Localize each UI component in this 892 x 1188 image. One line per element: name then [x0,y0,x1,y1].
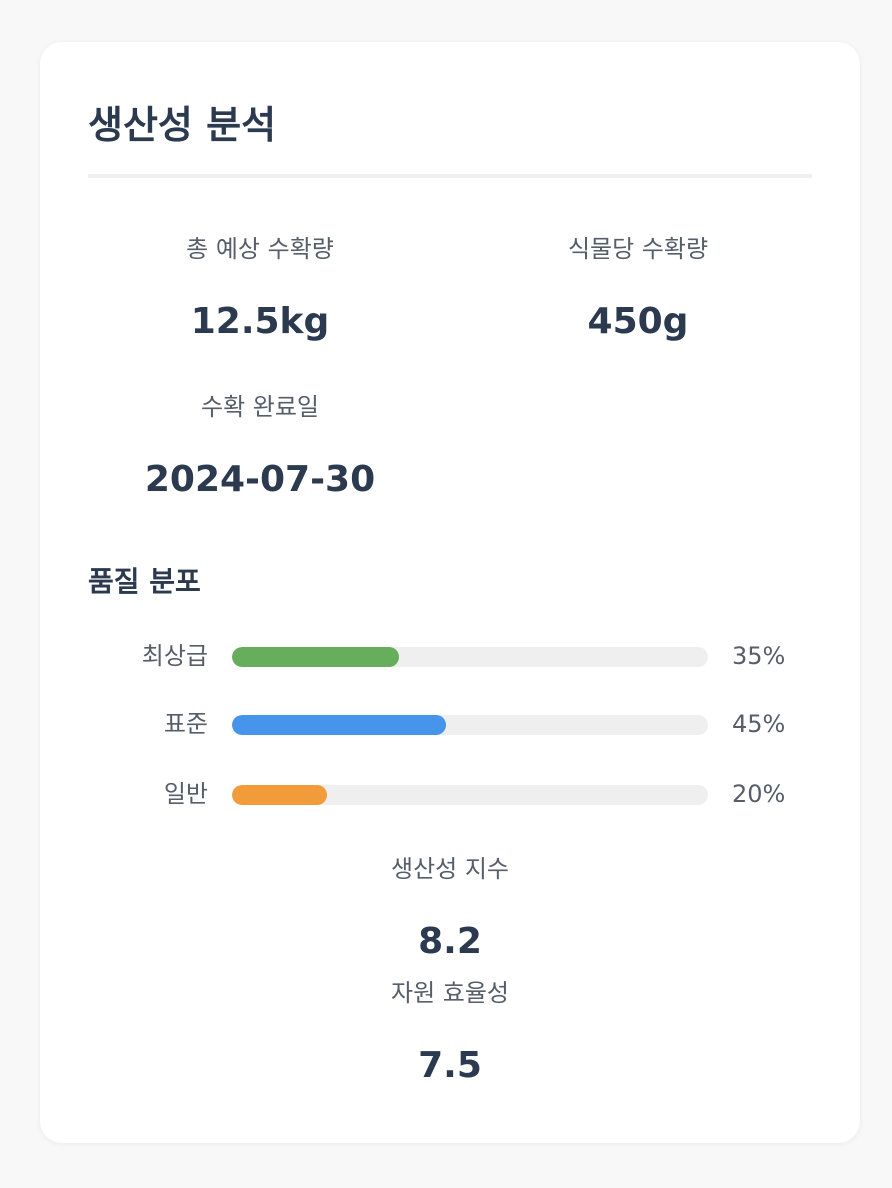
quality-label: 일반 [163,780,208,808]
per-plant-yield-label: 식물당 수확량 [567,235,709,263]
harvest-date-label: 수확 완료일 [200,393,320,421]
quality-bar-fill [232,785,328,805]
productivity-index: 생산성 지수 8.2 [250,854,650,962]
quality-percent: 20% [732,780,786,808]
total-yield-metric: 총 예상 수확량 12.5kg [80,234,440,342]
total-yield-label: 총 예상 수확량 [186,235,334,263]
title-divider [88,174,812,178]
quality-percent: 45% [732,710,786,738]
per-plant-yield-metric: 식물당 수확량 450g [458,234,818,342]
quality-distribution-title: 품질 분포 [88,565,201,598]
harvest-date-value: 2024-07-30 [144,459,376,500]
quality-label: 표준 [163,710,208,738]
total-yield-value: 12.5kg [190,301,330,342]
quality-row-general: 일반 20% [40,774,860,814]
resource-efficiency-value: 7.5 [418,1045,482,1086]
productivity-index-value: 8.2 [418,921,482,962]
per-plant-yield-value: 450g [587,301,689,342]
quality-percent: 35% [732,642,786,670]
resource-efficiency-label: 자원 효율성 [390,979,510,1007]
quality-row-premium: 최상급 35% [40,636,860,676]
productivity-index-label: 생산성 지수 [390,855,510,883]
resource-efficiency-index: 자원 효율성 7.5 [250,978,650,1086]
card-title: 생산성 분석 [88,103,277,147]
quality-bar-fill [232,647,399,667]
quality-label: 최상급 [141,642,208,670]
quality-row-standard: 표준 45% [40,704,860,744]
harvest-date-metric: 수확 완료일 2024-07-30 [80,392,440,500]
quality-bar-track [232,647,708,667]
productivity-analysis-card: 생산성 분석 총 예상 수확량 12.5kg 식물당 수확량 450g 수확 완… [40,42,860,1143]
quality-bar-track [232,785,708,805]
quality-bar-track [232,715,708,735]
quality-bar-fill [232,715,447,735]
